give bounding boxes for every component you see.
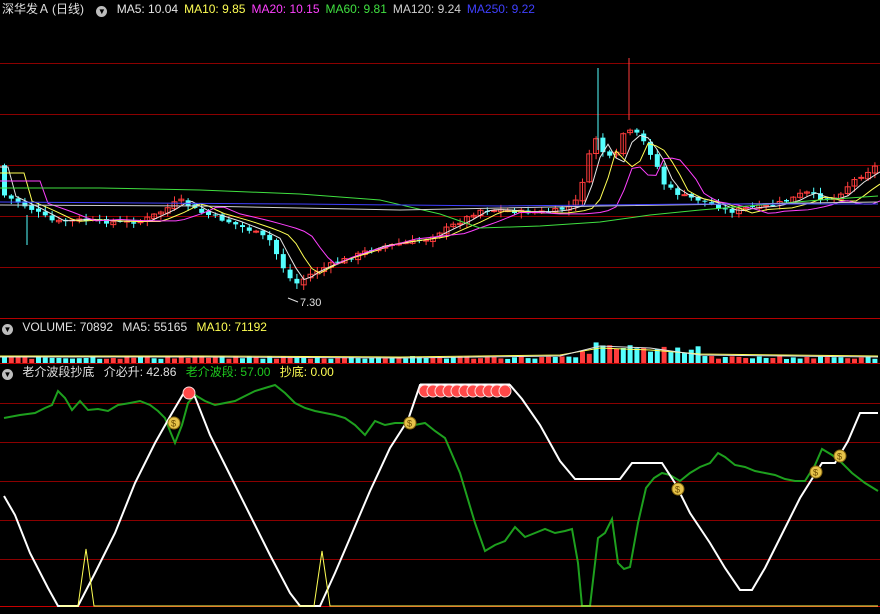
money-bag-glyph: $ bbox=[837, 452, 842, 462]
candle-body bbox=[770, 204, 776, 206]
money-bag-glyph: $ bbox=[813, 468, 818, 478]
ma-label: MA5: 10.04 bbox=[116, 2, 179, 16]
money-bag-icon: $ bbox=[809, 465, 823, 479]
yellow-bottom-line bbox=[60, 548, 878, 607]
candle-body bbox=[668, 184, 674, 188]
volume-bar bbox=[682, 352, 687, 363]
money-bag-glyph: $ bbox=[407, 419, 412, 429]
volume-bar bbox=[593, 342, 599, 363]
volume-bar bbox=[668, 352, 674, 363]
money-bag-icon: $ bbox=[167, 416, 181, 430]
ma-legend: MA5: 10.04 MA10: 9.85 MA20: 10.15 MA60: 9.8… bbox=[117, 2, 541, 16]
candle-body bbox=[253, 230, 260, 233]
candlestick-chart[interactable]: 7.30 bbox=[0, 0, 880, 318]
candle-body bbox=[233, 222, 239, 225]
ma-label: MA10: 9.85 bbox=[184, 2, 246, 16]
ma60-line bbox=[0, 187, 879, 229]
candle-body bbox=[36, 208, 41, 212]
volume-ma10: MA10: 71192 bbox=[196, 320, 267, 334]
candle-body bbox=[49, 215, 55, 221]
red-ball-icon bbox=[182, 386, 196, 400]
candle-body bbox=[29, 205, 35, 210]
candle-body bbox=[274, 239, 279, 255]
volume-header: ▼ VOLUME: 70892 MA5: 55165 MA10: 71192 bbox=[0, 318, 273, 336]
money-bag-icon: $ bbox=[833, 449, 847, 463]
indicator-cd: 抄底: 0.00 bbox=[279, 365, 334, 379]
volume-ma5: MA5: 55165 bbox=[122, 320, 188, 334]
white-wave-line bbox=[3, 384, 878, 607]
volume-bar bbox=[702, 356, 708, 363]
candle-body bbox=[267, 234, 273, 241]
volume-bar bbox=[756, 356, 762, 363]
ma-label: MA120: 9.24 bbox=[392, 2, 461, 16]
volume-bar bbox=[688, 349, 694, 363]
volume-value: VOLUME: 70892 bbox=[22, 320, 114, 334]
candle-body bbox=[280, 254, 286, 269]
volume-bar bbox=[559, 356, 565, 363]
candle-body bbox=[246, 227, 252, 231]
candle-body bbox=[607, 151, 613, 156]
low-marker-label: 7.30 bbox=[300, 297, 321, 309]
candle-body bbox=[763, 204, 770, 207]
candle-body bbox=[702, 200, 708, 202]
money-bag-glyph: $ bbox=[171, 419, 176, 429]
volume-bar bbox=[729, 356, 735, 363]
volume-bar bbox=[586, 353, 592, 363]
candle-body bbox=[212, 214, 218, 216]
candle-body bbox=[634, 129, 640, 133]
candle-body bbox=[2, 165, 7, 196]
candle-body bbox=[131, 222, 137, 224]
indicator-name: 老介波段抄底 bbox=[22, 365, 95, 379]
price-header: 深华发Ａ (日线) ▼ MA5: 10.04 MA10: 9.85 MA20: 10.… bbox=[0, 0, 547, 18]
ma-label: MA20: 10.15 bbox=[251, 2, 320, 16]
volume-bar bbox=[648, 351, 653, 363]
ma-label: MA60: 9.81 bbox=[325, 2, 387, 16]
green-wave-line bbox=[3, 383, 879, 607]
stock-name: 深华发Ａ bbox=[2, 2, 51, 16]
candle-body bbox=[722, 208, 728, 210]
candle-body bbox=[294, 278, 300, 284]
money-bag-icon: $ bbox=[671, 482, 685, 496]
chevron-down-icon[interactable]: ▼ bbox=[2, 324, 13, 335]
ma-label: MA250: 9.22 bbox=[466, 2, 535, 16]
indicator-ljbd: 老介波段: 57.00 bbox=[185, 365, 271, 379]
period-label: (日线) bbox=[52, 2, 85, 16]
money-bag-icon: $ bbox=[403, 416, 417, 430]
volume-panel[interactable]: ▼ VOLUME: 70892 MA5: 55165 MA10: 71192 bbox=[0, 318, 880, 363]
volume-bar bbox=[620, 348, 626, 363]
candle-body bbox=[260, 230, 266, 236]
candle-body bbox=[226, 219, 232, 223]
candle-body bbox=[8, 195, 14, 199]
indicator-chart[interactable]: $ $ $ $ $ bbox=[0, 363, 880, 614]
volume-bar bbox=[614, 348, 619, 363]
candle-body bbox=[729, 208, 735, 213]
volume-bar bbox=[675, 347, 681, 363]
indicator-panel[interactable]: $ $ $ $ $ ▼ 老介波段抄底 介必升: 42.86 老介波段: 57.00 抄底… bbox=[0, 363, 880, 614]
money-bag-glyph: $ bbox=[675, 485, 680, 495]
red-ball-icon bbox=[498, 384, 512, 398]
candle-body bbox=[661, 166, 667, 185]
candle-body bbox=[681, 194, 688, 197]
volume-bar bbox=[709, 356, 715, 363]
chevron-down-icon[interactable]: ▼ bbox=[96, 6, 108, 17]
volume-bar bbox=[777, 356, 783, 363]
volume-bar bbox=[634, 348, 640, 363]
candle-body bbox=[858, 176, 865, 179]
candle-body bbox=[559, 207, 565, 210]
stock-title: 深华发Ａ (日线) bbox=[2, 2, 90, 16]
chevron-down-icon[interactable]: ▼ bbox=[2, 369, 13, 380]
price-chart-panel[interactable]: 7.30 深华发Ａ (日线) ▼ MA5: 10.04 MA10: 9.85 MA20… bbox=[0, 0, 880, 318]
volume-bar bbox=[580, 351, 585, 363]
volume-bar bbox=[627, 345, 633, 363]
candle-body bbox=[240, 225, 245, 228]
volume-bar bbox=[818, 356, 823, 363]
candle-body bbox=[654, 154, 660, 167]
candle-body bbox=[784, 199, 789, 202]
low-marker-arrow bbox=[287, 297, 299, 303]
indicator-header: ▼ 老介波段抄底 介必升: 42.86 老介波段: 57.00 抄底: 0.00 bbox=[0, 363, 340, 381]
indicator-jbs: 介必升: 42.86 bbox=[103, 365, 177, 379]
candle-body bbox=[199, 208, 205, 213]
candle-body bbox=[287, 269, 293, 279]
volume-bar bbox=[518, 356, 524, 363]
